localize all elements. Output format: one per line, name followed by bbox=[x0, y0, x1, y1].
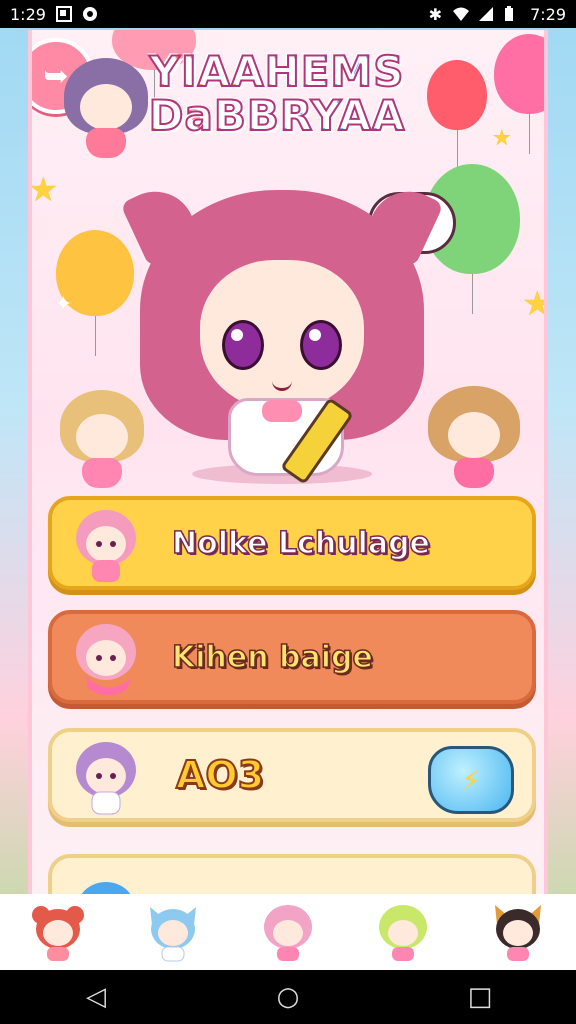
sparkle-icon: ✦ bbox=[54, 292, 73, 317]
circle-app-icon bbox=[82, 6, 98, 22]
nav-back-button[interactable]: ◁ bbox=[76, 977, 116, 1017]
blue-cat-chibi-icon bbox=[149, 907, 196, 962]
menu-item-label: Kihen baige bbox=[171, 639, 373, 676]
menu-item-label: AO3 bbox=[175, 752, 265, 798]
cat-girl-chibi-icon bbox=[66, 618, 150, 700]
nav-home-button[interactable]: ○ bbox=[268, 977, 308, 1017]
hero-character bbox=[120, 170, 444, 490]
tab-red-bear[interactable] bbox=[27, 901, 89, 963]
blue-bird-chibi-icon bbox=[66, 862, 150, 894]
menu-item-1[interactable]: Nolke Lchulage bbox=[48, 496, 536, 590]
red-balloon bbox=[427, 60, 487, 170]
tab-blue-cat[interactable] bbox=[142, 901, 204, 963]
system-nav-bar: ◁ ○ □ bbox=[0, 970, 576, 1024]
title-line-2: DaBBRYAA bbox=[127, 92, 427, 138]
wifi-icon bbox=[452, 6, 470, 22]
chibi-girl-blonde bbox=[60, 390, 144, 490]
status-bar: 1:29 ✱ 7:29 bbox=[0, 0, 576, 28]
home-circle-icon: ○ bbox=[276, 982, 300, 1012]
status-time: 1:29 bbox=[10, 4, 46, 24]
tab-pink-girl[interactable] bbox=[257, 901, 319, 963]
battery-icon bbox=[504, 6, 520, 22]
menu-item-3[interactable]: AO3 ⚡ bbox=[48, 728, 536, 822]
pink-girl-chibi-icon bbox=[66, 504, 150, 586]
sparkle-icon: ★ bbox=[492, 126, 512, 151]
bottom-tab-bar bbox=[0, 894, 576, 970]
lightning-go-icon: ⚡ bbox=[461, 763, 481, 797]
green-girl-chibi-icon bbox=[379, 905, 428, 961]
menu-item-4[interactable] bbox=[48, 854, 536, 894]
game-main-panel: ★ ★ ✦ ★ ➥ YIAAHEMS DaBBRYAA 1ev bbox=[28, 30, 548, 894]
gallery-icon bbox=[55, 6, 72, 22]
tab-dark-fox[interactable] bbox=[487, 901, 549, 963]
status-clock: 7:29 bbox=[530, 4, 566, 24]
bluetooth-icon: ✱ bbox=[428, 4, 443, 24]
chibi-girl-fox bbox=[428, 386, 520, 490]
menu-item-2[interactable]: Kihen baige bbox=[48, 610, 536, 704]
pink-girl-chibi-icon bbox=[263, 905, 312, 961]
signal-icon bbox=[478, 6, 494, 22]
nav-recents-button[interactable]: □ bbox=[460, 977, 500, 1017]
star-icon: ★ bbox=[522, 284, 544, 324]
star-icon: ★ bbox=[28, 170, 59, 210]
back-triangle-icon: ◁ bbox=[86, 982, 106, 1012]
recents-square-icon: □ bbox=[467, 982, 493, 1012]
dark-fox-chibi-icon bbox=[495, 905, 542, 961]
title-line-1: YIAAHEMS bbox=[127, 48, 427, 94]
red-bear-chibi-icon bbox=[31, 906, 84, 961]
chibi-girl-purple bbox=[64, 58, 148, 162]
game-title: YIAAHEMS DaBBRYAA bbox=[127, 48, 427, 138]
tab-green-girl[interactable] bbox=[372, 901, 434, 963]
lightning-go-button[interactable]: ⚡ bbox=[428, 746, 514, 814]
menu-item-label: Nolke Lchulage bbox=[171, 525, 430, 562]
pink-balloon bbox=[494, 34, 544, 154]
purple-cat-chibi-icon bbox=[66, 736, 150, 818]
